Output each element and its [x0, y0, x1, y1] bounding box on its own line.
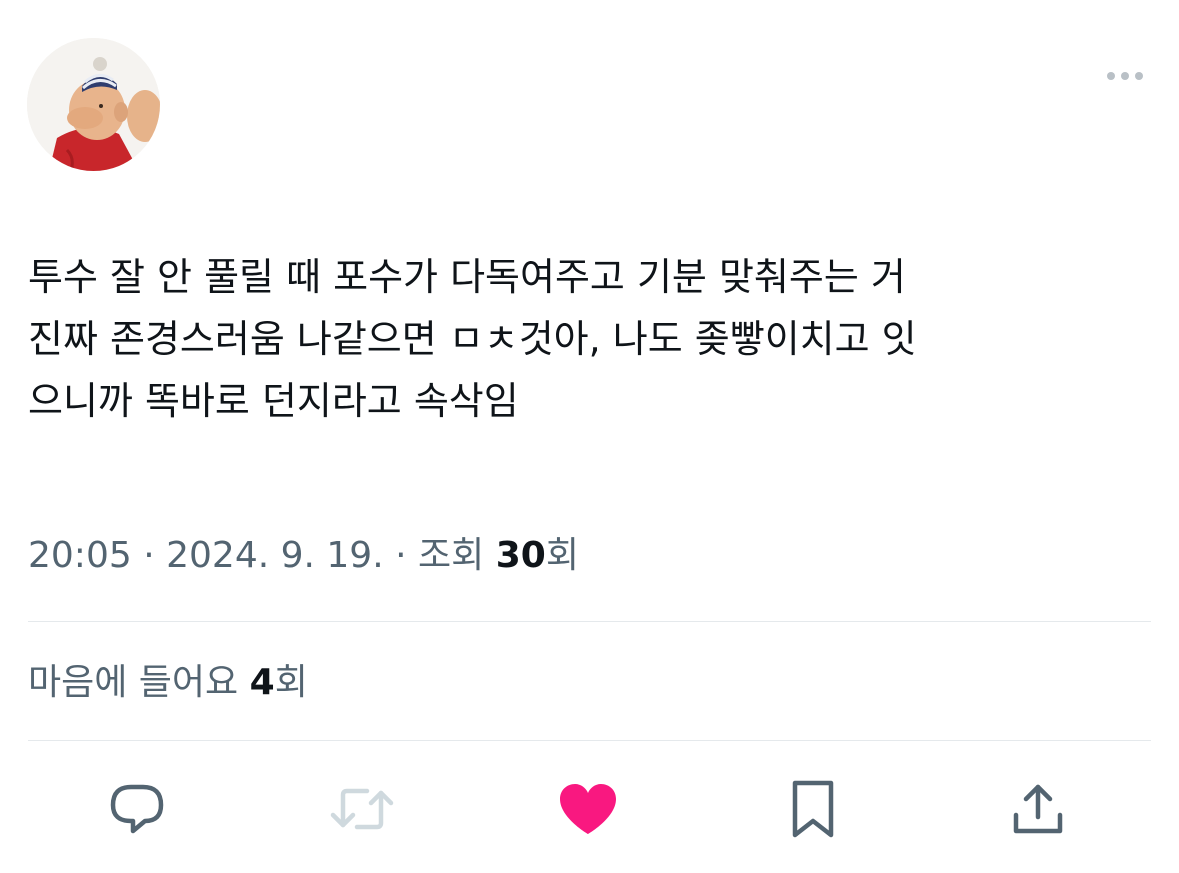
- retweet-button[interactable]: [329, 776, 395, 842]
- tweet-text-line: 투수 잘 안 풀릴 때 포수가 다독여주고 기분 맞춰주는 거: [28, 255, 906, 299]
- share-icon: [1013, 784, 1063, 834]
- likes-unit: 회: [274, 662, 308, 703]
- bookmark-button[interactable]: [780, 776, 846, 842]
- tweet-time[interactable]: 20:05: [28, 535, 132, 576]
- reply-icon: [110, 784, 164, 834]
- meta-separator: ·: [395, 535, 407, 576]
- avatar[interactable]: [27, 38, 160, 171]
- more-dot-icon: [1121, 72, 1129, 80]
- views-label: 조회: [418, 535, 485, 576]
- tweet-text: 투수 잘 안 풀릴 때 포수가 다독여주고 기분 맞춰주는 거진짜 존경스러움 …: [28, 246, 1138, 432]
- more-dot-icon: [1107, 72, 1115, 80]
- divider: [28, 621, 1151, 622]
- likes-count: 4: [249, 662, 275, 703]
- retweet-icon: [330, 788, 394, 830]
- tweet-text-line: 으니까 똑바로 던지라고 속삭임: [28, 379, 519, 423]
- likes-label: 마음에 들어요: [28, 662, 239, 703]
- likes-summary[interactable]: 마음에 들어요 4회: [28, 655, 308, 711]
- tweet-date[interactable]: 2024. 9. 19.: [166, 535, 384, 576]
- meta-separator: ·: [143, 535, 155, 576]
- tweet-text-line: 진짜 존경스러움 나같으면 ㅁㅊ것아, 나도 좆빻이치고 잇: [28, 317, 917, 361]
- share-button[interactable]: [1005, 776, 1071, 842]
- reply-button[interactable]: [104, 776, 170, 842]
- tweet-meta: 20:05 · 2024. 9. 19. · 조회 30회: [28, 528, 579, 584]
- heart-icon: [560, 784, 616, 834]
- avatar-image: [27, 38, 160, 171]
- bookmark-icon: [792, 780, 834, 838]
- more-dot-icon: [1135, 72, 1143, 80]
- like-button[interactable]: [555, 776, 621, 842]
- more-options-button[interactable]: [1101, 62, 1149, 90]
- views-count: 30: [495, 535, 546, 576]
- divider: [28, 740, 1151, 741]
- views-unit: 회: [545, 535, 579, 576]
